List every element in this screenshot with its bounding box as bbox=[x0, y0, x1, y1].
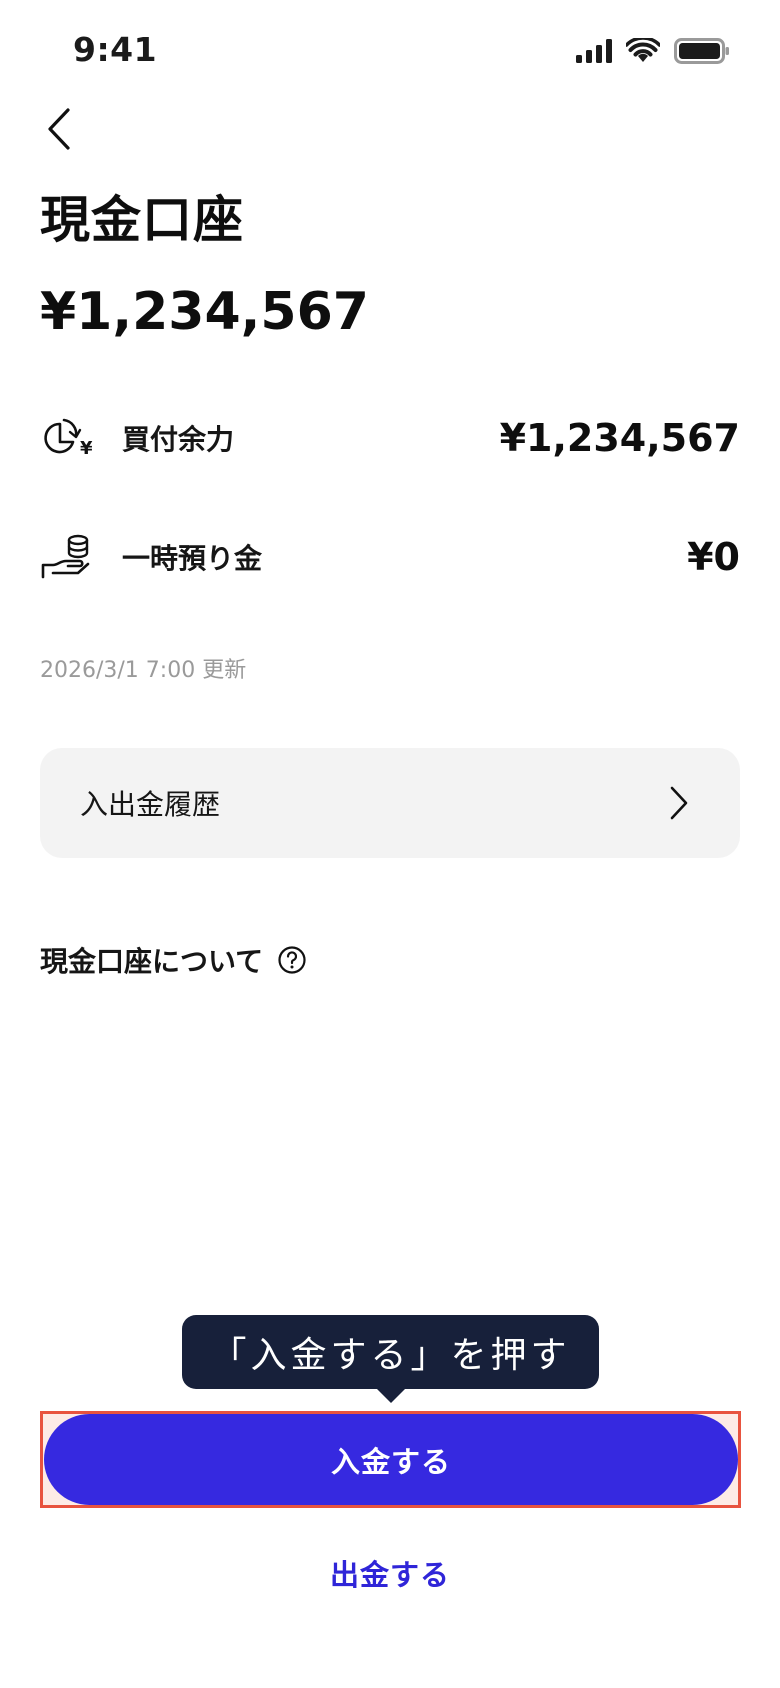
temporary-deposit-row: 一時預り金 ¥0 bbox=[40, 527, 740, 587]
buying-power-icon: ¥ bbox=[40, 412, 98, 464]
svg-text:¥: ¥ bbox=[80, 438, 93, 458]
about-cash-account-label: 現金口座について bbox=[40, 945, 264, 978]
deposit-button[interactable]: 入金する bbox=[44, 1414, 738, 1505]
back-button[interactable] bbox=[34, 106, 84, 156]
wifi-icon bbox=[624, 36, 662, 68]
deposit-button-label: 入金する bbox=[330, 1444, 451, 1479]
chevron-left-icon bbox=[46, 107, 72, 155]
temporary-deposit-value: ¥0 bbox=[687, 535, 740, 579]
buying-power-value: ¥1,234,567 bbox=[499, 416, 740, 460]
about-cash-account[interactable]: 現金口座について bbox=[40, 940, 307, 980]
buying-power-row: ¥ 買付余力 ¥1,234,567 bbox=[40, 408, 740, 468]
page-title: 現金口座 bbox=[40, 191, 244, 249]
chevron-right-icon bbox=[668, 783, 696, 823]
tooltip-text: 「入金する」を押す bbox=[210, 1335, 571, 1376]
withdraw-button[interactable]: 出金する bbox=[290, 1545, 490, 1601]
updated-timestamp: 2026/3/1 7:00 更新 bbox=[40, 658, 247, 683]
total-balance: ¥1,234,567 bbox=[40, 282, 369, 342]
temporary-deposit-label: 一時預り金 bbox=[122, 542, 263, 575]
transaction-history-label: 入出金履歴 bbox=[80, 788, 221, 821]
help-circle-icon[interactable] bbox=[277, 945, 307, 975]
battery-icon bbox=[674, 38, 730, 68]
buying-power-label: 買付余力 bbox=[122, 423, 235, 456]
instruction-tooltip: 「入金する」を押す bbox=[182, 1315, 599, 1403]
transaction-history-link[interactable]: 入出金履歴 bbox=[40, 748, 740, 858]
status-icons bbox=[576, 36, 730, 68]
tooltip-arrow bbox=[376, 1389, 405, 1403]
hand-coins-icon bbox=[40, 531, 98, 583]
status-time: 9:41 bbox=[73, 30, 158, 69]
signal-icon bbox=[576, 39, 612, 67]
withdraw-button-label: 出金する bbox=[329, 1558, 450, 1592]
status-bar: 9:41 bbox=[0, 0, 780, 100]
